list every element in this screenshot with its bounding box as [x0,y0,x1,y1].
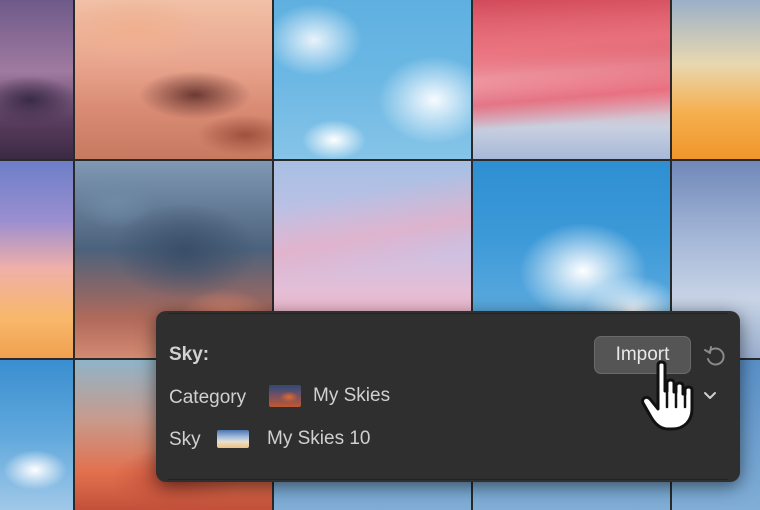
undo-icon[interactable] [703,344,727,368]
sky-thumbnail-small [217,430,249,448]
sky-thumbnail[interactable] [0,360,73,510]
panel-title: Sky: [169,344,210,365]
divider [168,313,728,314]
sky-label: Sky [169,429,201,450]
chevron-down-icon[interactable] [702,389,718,403]
category-thumbnail [269,385,301,407]
sky-thumbnail[interactable] [672,0,760,159]
sky-thumbnail[interactable] [274,0,471,159]
sky-replacement-panel: Sky: Import Category My Skies Sky My Ski… [156,311,740,482]
divider [168,479,728,480]
category-dropdown-value[interactable]: My Skies [313,385,390,407]
sky-dropdown-value[interactable]: My Skies 10 [267,428,370,450]
sky-thumbnail[interactable] [0,0,73,159]
sky-thumbnail[interactable] [0,161,73,358]
category-label: Category [169,387,247,408]
hand-pointer-cursor [641,360,694,431]
sky-thumbnail[interactable] [473,0,670,159]
sky-thumbnail[interactable] [75,0,272,159]
